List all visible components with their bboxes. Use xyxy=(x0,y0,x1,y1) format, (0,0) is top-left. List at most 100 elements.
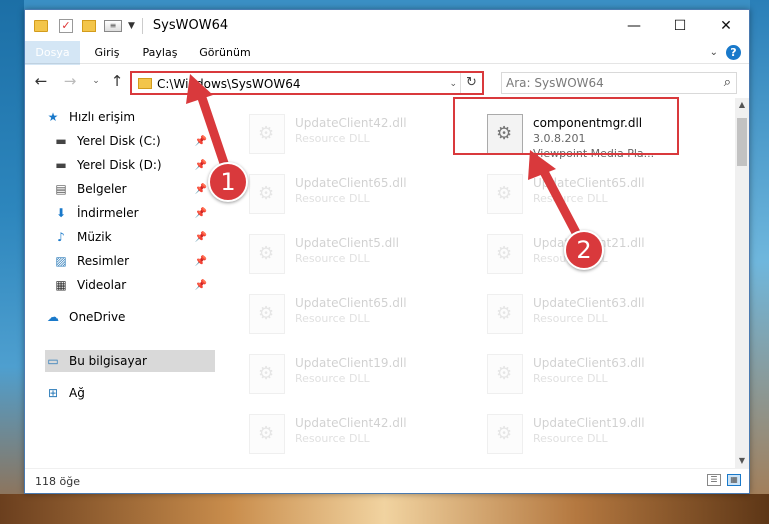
pin-icon[interactable]: 📌 xyxy=(195,160,207,171)
file-item[interactable]: UpdateClient65.dll Resource DLL xyxy=(481,168,711,220)
navigation-pane: ★ Hızlı erişim ▬ Yerel Disk (C:) 📌 ▬ Yer… xyxy=(25,98,219,468)
file-item[interactable]: UpdateClient63.dll Resource DLL xyxy=(481,288,711,340)
sidebar-item-label: Videolar xyxy=(77,278,127,292)
dll-file-icon xyxy=(487,414,523,454)
file-type: Resource DLL xyxy=(295,372,370,385)
window-title: SysWOW64 xyxy=(152,18,229,33)
file-name: UpdateClient5.dll xyxy=(295,236,399,250)
step-badge-1: 1 xyxy=(208,162,248,202)
search-input[interactable]: Ara: SysWOW64 ⌕ xyxy=(501,72,737,94)
sidebar-item-pictures[interactable]: ▨ Resimler 📌 xyxy=(53,250,215,272)
status-bar: 118 öğe ☰ ▦ xyxy=(25,468,749,493)
file-name: UpdateClient65.dll xyxy=(295,176,407,190)
file-type: Resource DLL xyxy=(295,432,370,445)
file-item[interactable]: UpdateClient65.dll Resource DLL xyxy=(243,288,473,340)
sidebar-item-label: Bu bilgisayar xyxy=(69,354,147,368)
item-count: 118 öğe xyxy=(35,475,80,488)
cloud-icon: ☁ xyxy=(47,310,59,324)
file-item[interactable]: UpdateClient19.dll Resource DLL xyxy=(481,408,711,460)
scroll-up-icon[interactable]: ▲ xyxy=(735,98,749,112)
sidebar-item-label: Hızlı erişim xyxy=(69,110,136,124)
tab-view[interactable]: Görünüm xyxy=(195,41,255,64)
vertical-scrollbar[interactable]: ▲ ▼ xyxy=(735,98,749,468)
file-item[interactable]: UpdateClient63.dll Resource DLL xyxy=(481,348,711,400)
tiles-view-icon[interactable]: ▦ xyxy=(727,474,741,486)
file-name: UpdateClient63.dll xyxy=(533,296,645,310)
computer-icon: ▭ xyxy=(47,354,59,368)
sidebar-item-network[interactable]: ⊞ Ağ xyxy=(45,382,235,404)
address-path: C:\Windows\SysWOW64 xyxy=(157,77,301,91)
drive-icon: ▬ xyxy=(55,134,67,148)
scrollbar-thumb[interactable] xyxy=(737,118,747,166)
sidebar-item-label: Ağ xyxy=(69,386,85,400)
sidebar-item-label: Yerel Disk (D:) xyxy=(77,158,162,172)
file-type: Resource DLL xyxy=(533,432,608,445)
close-button[interactable]: ✕ xyxy=(703,10,749,41)
back-button[interactable]: ← xyxy=(31,71,51,91)
dll-file-icon xyxy=(249,354,285,394)
forward-button[interactable]: → xyxy=(60,71,80,91)
dll-file-icon xyxy=(487,354,523,394)
pin-icon[interactable]: 📌 xyxy=(195,184,207,195)
dll-file-icon xyxy=(487,234,523,274)
documents-icon: ▤ xyxy=(55,182,67,196)
ribbon: Dosya Giriş Paylaş Görünüm ⌄ ? xyxy=(25,41,749,93)
file-name: UpdateClient65.dll xyxy=(533,176,645,190)
file-item[interactable]: UpdateClient5.dll Resource DLL xyxy=(243,228,473,280)
file-type: Resource DLL xyxy=(533,192,608,205)
search-placeholder: Ara: SysWOW64 xyxy=(506,76,604,90)
dll-file-icon xyxy=(487,294,523,334)
help-icon[interactable]: ? xyxy=(726,45,741,60)
dll-file-icon xyxy=(249,174,285,214)
maximize-button[interactable]: ☐ xyxy=(657,10,703,41)
refresh-button[interactable]: ↻ xyxy=(460,73,482,93)
customize-toolbar-icon[interactable]: ≡ xyxy=(104,19,122,32)
details-view-icon[interactable]: ☰ xyxy=(707,474,721,486)
tab-home[interactable]: Giriş xyxy=(88,41,126,64)
network-icon: ⊞ xyxy=(47,386,59,400)
sidebar-item-documents[interactable]: ▤ Belgeler 📌 xyxy=(53,178,215,200)
sidebar-item-label: Yerel Disk (C:) xyxy=(77,134,161,148)
videos-icon: ▦ xyxy=(55,278,67,292)
sidebar-item-videos[interactable]: ▦ Videolar 📌 xyxy=(53,274,215,296)
tab-share[interactable]: Paylaş xyxy=(138,41,182,64)
properties-check-icon[interactable]: ✓ xyxy=(59,18,73,33)
address-bar[interactable]: C:\Windows\SysWOW64 ⌄ ↻ xyxy=(130,71,484,95)
expand-ribbon-icon[interactable]: ⌄ xyxy=(710,47,718,58)
pin-icon[interactable]: 📌 xyxy=(195,208,207,219)
pin-icon[interactable]: 📌 xyxy=(195,280,207,291)
up-button[interactable]: ↑ xyxy=(107,71,127,91)
file-item[interactable]: UpdateClient65.dll Resource DLL xyxy=(243,168,473,220)
sidebar-item-drive-d[interactable]: ▬ Yerel Disk (D:) 📌 xyxy=(53,154,215,176)
sidebar-item-this-pc[interactable]: ▭ Bu bilgisayar xyxy=(45,350,215,372)
sidebar-item-music[interactable]: ♪ Müzik 📌 xyxy=(53,226,215,248)
file-type: Resource DLL xyxy=(295,132,370,145)
file-name: UpdateClient42.dll xyxy=(295,416,407,430)
scroll-down-icon[interactable]: ▼ xyxy=(735,454,749,468)
sidebar-item-onedrive[interactable]: ☁ OneDrive xyxy=(45,306,235,328)
dll-file-icon xyxy=(487,174,523,214)
file-item[interactable]: UpdateClient42.dll Resource DLL xyxy=(243,108,473,160)
new-folder-icon[interactable] xyxy=(82,19,96,32)
pictures-icon: ▨ xyxy=(55,254,67,268)
recent-locations-button[interactable]: ⌄ xyxy=(86,71,106,91)
chevron-down-icon[interactable]: ⌄ xyxy=(449,76,457,92)
file-name: UpdateClient63.dll xyxy=(533,356,645,370)
pin-icon[interactable]: 📌 xyxy=(195,136,207,147)
pin-icon[interactable]: 📌 xyxy=(195,256,207,267)
file-item[interactable]: UpdateClient42.dll Resource DLL xyxy=(243,408,473,460)
chevron-down-icon[interactable]: ▼ xyxy=(128,21,135,31)
dll-file-icon xyxy=(249,294,285,334)
desktop-background-bottom xyxy=(0,494,769,524)
sidebar-item-drive-c[interactable]: ▬ Yerel Disk (C:) 📌 xyxy=(53,130,215,152)
sidebar-item-label: OneDrive xyxy=(69,310,126,324)
sidebar-item-downloads[interactable]: ⬇ İndirmeler 📌 xyxy=(53,202,215,224)
file-type: Resource DLL xyxy=(533,312,608,325)
sidebar-item-label: İndirmeler xyxy=(77,206,139,220)
file-item[interactable]: UpdateClient19.dll Resource DLL xyxy=(243,348,473,400)
sidebar-item-quick-access[interactable]: ★ Hızlı erişim xyxy=(45,106,235,128)
step-badge-2: 2 xyxy=(564,230,604,270)
minimize-button[interactable]: — xyxy=(611,10,657,41)
pin-icon[interactable]: 📌 xyxy=(195,232,207,243)
highlight-box-file xyxy=(453,97,679,155)
